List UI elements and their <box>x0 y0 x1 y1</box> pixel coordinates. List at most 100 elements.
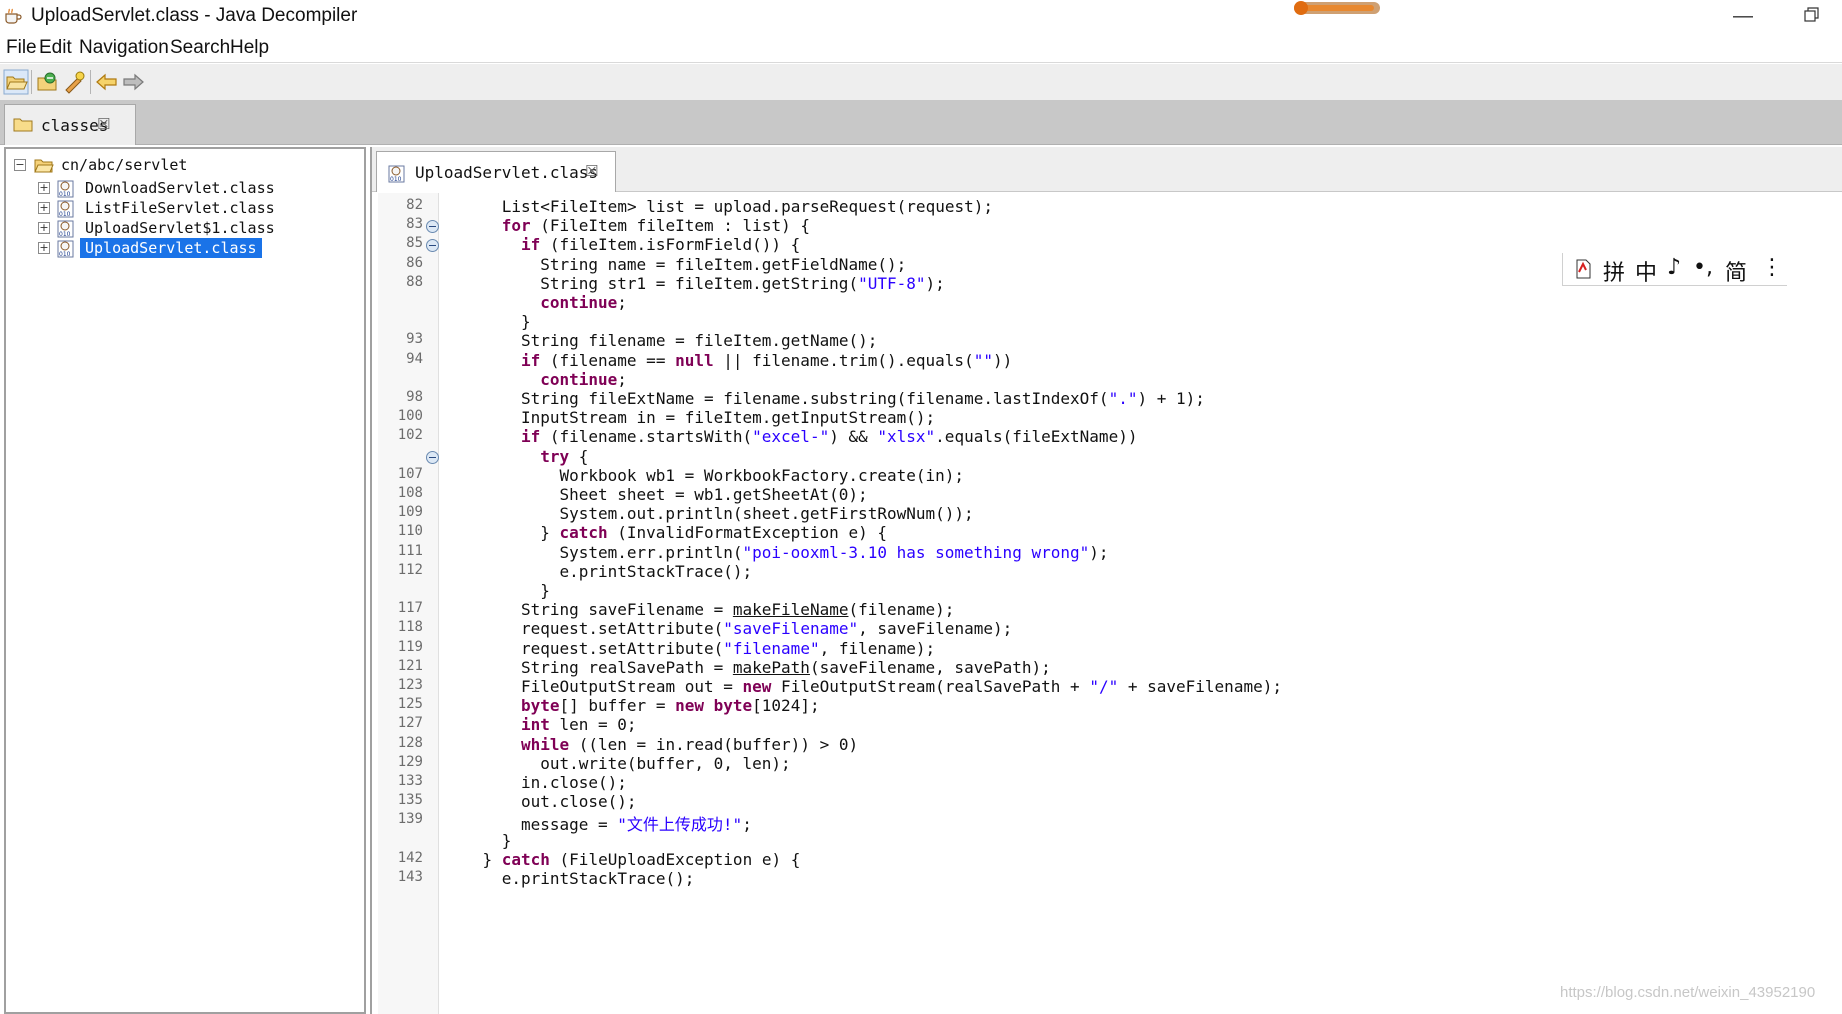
restore-button[interactable] <box>1796 6 1826 26</box>
code-token: , filename); <box>819 638 936 658</box>
svg-text:010: 010 <box>59 211 71 218</box>
fold-toggle-icon[interactable] <box>426 450 439 464</box>
code-keyword: if <box>520 427 541 447</box>
code-line: String fileExtName = filename.substring(… <box>521 389 1205 408</box>
editor-tab-strip: 010 UploadServlet.class ☒ <box>372 147 1842 192</box>
code-token: FileOutputStream(realSavePath + <box>771 677 1090 696</box>
code-keyword: continue <box>540 293 618 312</box>
back-icon[interactable] <box>94 69 120 95</box>
tree-item-class[interactable]: + 010 UploadServlet$1.class <box>36 218 336 240</box>
code-token: String realSavePath = <box>520 657 733 677</box>
menu-search[interactable]: Search <box>170 37 230 59</box>
code-token: )) <box>992 350 1013 370</box>
code-line: request.setAttribute("saveFilename", sav… <box>521 619 1012 638</box>
code-string: "" <box>973 350 993 370</box>
close-tab-icon[interactable]: ☒ <box>585 162 598 180</box>
folder-icon <box>13 118 33 132</box>
code-keyword: byte <box>713 696 753 716</box>
code-string: "." <box>1108 389 1138 408</box>
code-token: out.close(); <box>520 792 637 812</box>
code-token: System.err.println( <box>559 542 743 562</box>
expand-icon[interactable]: + <box>38 202 50 214</box>
ime-pinyin-icon[interactable]: 拼 <box>1603 255 1625 287</box>
line-number: 83 <box>406 216 423 233</box>
expand-icon[interactable]: + <box>38 182 50 194</box>
code-line: e.printStackTrace(); <box>502 869 695 888</box>
code-line: String realSavePath = makePath(saveFilen… <box>521 658 1051 677</box>
expand-icon[interactable]: + <box>38 242 50 254</box>
code-token: { <box>569 446 589 466</box>
code-token: .equals(fileExtName)) <box>935 427 1138 447</box>
code-keyword: if <box>520 235 541 255</box>
open-type-icon[interactable] <box>35 69 61 95</box>
code-token: FileOutputStream out = <box>520 677 743 696</box>
menu-help[interactable]: Help <box>230 37 269 59</box>
tree-node-package[interactable]: − cn/abc/servlet <box>12 155 332 177</box>
open-type-hierarchy-icon[interactable] <box>61 69 87 95</box>
code-line: System.out.println(sheet.getFirstRowNum(… <box>559 504 973 523</box>
ime-chinese-mode-icon[interactable]: 中 <box>1635 255 1657 287</box>
line-number: 86 <box>406 254 423 271</box>
code-line: System.err.println("poi-ooxml-3.10 has s… <box>559 543 1108 562</box>
ime-simplified-icon[interactable]: 简 <box>1725 255 1747 287</box>
ime-punctuation-icon[interactable]: •, <box>1693 255 1713 280</box>
code-token: len = 0; <box>549 715 637 735</box>
package-label: cn/abc/servlet <box>61 156 188 174</box>
code-line: int len = 0; <box>521 715 637 734</box>
collapse-icon[interactable]: − <box>14 159 26 171</box>
code-token: [] buffer = <box>559 696 676 716</box>
open-file-icon[interactable] <box>3 69 29 95</box>
forward-icon[interactable] <box>120 69 146 95</box>
window-drag-handle[interactable] <box>1294 1 1380 15</box>
code-token: ); <box>1089 542 1109 562</box>
code-line: } <box>521 312 531 331</box>
code-token: System.out.println(sheet.getFirstRowNum(… <box>559 504 974 524</box>
code-token: String saveFilename = <box>520 600 733 620</box>
tab-uploadservlet[interactable]: 010 UploadServlet.class ☒ <box>376 151 616 192</box>
code-keyword: while <box>520 734 570 754</box>
fold-toggle-icon[interactable] <box>426 220 439 234</box>
code-token: (fileItem.isFormField()) { <box>540 235 801 255</box>
code-line: continue; <box>540 293 627 312</box>
code-line: out.write(buffer, 0, len); <box>540 754 790 773</box>
code-line: } catch (InvalidFormatException e) { <box>540 523 887 542</box>
line-number: 82 <box>406 197 423 213</box>
code-line: try { <box>540 447 588 466</box>
code-line: String saveFilename = makeFileName(filen… <box>521 600 954 619</box>
code-line: } <box>540 581 550 600</box>
code-keyword: new <box>675 696 704 716</box>
code-token: String filename = fileItem.getName(); <box>520 331 878 351</box>
class-file-icon: 010 <box>388 165 405 183</box>
code-line: byte[] buffer = new byte[1024]; <box>521 696 820 715</box>
line-number: 143 <box>397 869 423 885</box>
line-number: 102 <box>397 427 423 444</box>
line-number: 139 <box>397 811 423 828</box>
code-line: InputStream in = fileItem.getInputStream… <box>521 408 935 427</box>
menu-edit[interactable]: Edit <box>39 37 72 59</box>
code-token: ) && <box>829 427 878 447</box>
code-line: e.printStackTrace(); <box>559 562 752 581</box>
tab-classes[interactable]: classes ☒ <box>4 104 136 145</box>
menu-file[interactable]: File <box>6 37 37 59</box>
menu-navigation[interactable]: Navigation <box>79 37 169 59</box>
tree-item-class-selected[interactable]: + 010 UploadServlet.class <box>36 238 336 260</box>
minimize-button[interactable]: — <box>1728 6 1758 26</box>
code-token: ); <box>925 273 945 293</box>
code-view[interactable]: List<FileItem> list = upload.parseReques… <box>444 193 1842 1014</box>
close-tab-icon[interactable]: ☒ <box>97 115 110 133</box>
line-number: 123 <box>397 677 423 693</box>
tree-item-class[interactable]: + 010 ListFileServlet.class <box>36 198 336 220</box>
code-method-ref: makeFileName <box>732 600 849 620</box>
ime-half-width-icon[interactable]: ♪ <box>1667 255 1681 280</box>
toolbar <box>0 64 1842 101</box>
tree-item-label: UploadServlet.class <box>80 238 262 258</box>
line-number: 133 <box>397 773 423 789</box>
fold-toggle-icon[interactable] <box>426 239 439 253</box>
ime-logo-icon[interactable] <box>1573 258 1593 280</box>
line-number: 127 <box>397 715 423 732</box>
tree-item-class[interactable]: + 010 DownloadServlet.class <box>36 178 336 200</box>
expand-icon[interactable]: + <box>38 222 50 234</box>
ime-more-icon[interactable]: ⋮ <box>1761 255 1783 280</box>
code-line: out.close(); <box>521 792 637 811</box>
